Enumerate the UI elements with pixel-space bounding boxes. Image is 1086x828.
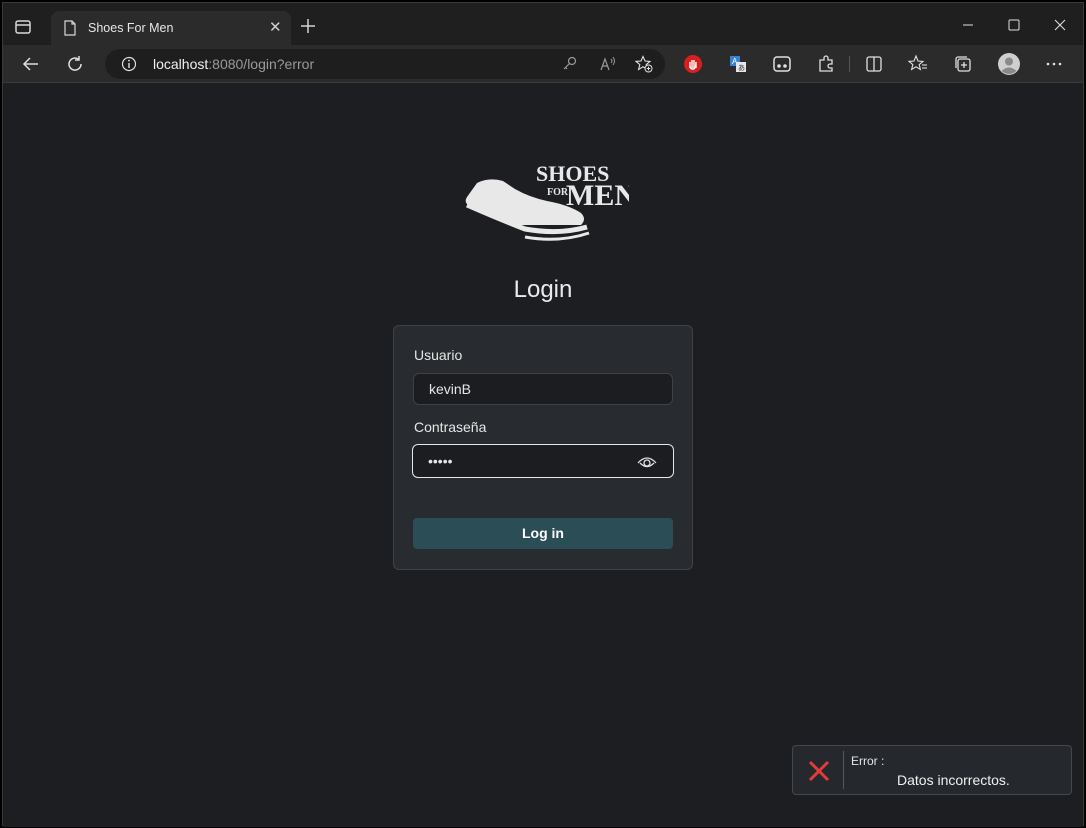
login-button[interactable]: Log in xyxy=(413,518,673,549)
tab-shoes-for-men[interactable]: Shoes For Men ✕ xyxy=(51,11,291,45)
more-icon[interactable] xyxy=(1044,54,1064,74)
tab-actions-icon[interactable] xyxy=(13,17,33,37)
key-icon[interactable] xyxy=(561,55,579,73)
username-value: kevinB xyxy=(429,381,472,397)
browser-toolbar: localhost:8080/login?error A あ xyxy=(3,45,1083,83)
tab-close-button[interactable]: ✕ xyxy=(269,20,282,36)
collections-icon[interactable] xyxy=(953,54,973,74)
show-password-icon[interactable] xyxy=(637,453,657,471)
toast-divider xyxy=(843,751,844,789)
shoes-for-men-logo: SHOES FOR MEN xyxy=(465,161,629,241)
address-bar[interactable]: localhost:8080/login?error xyxy=(105,49,665,79)
refresh-icon[interactable] xyxy=(65,54,85,74)
close-icon[interactable] xyxy=(1045,13,1075,37)
password-value: ••••• xyxy=(428,453,453,469)
page-title: Login xyxy=(513,276,573,303)
page-content: SHOES FOR MEN Login Usuario kevinB Contr… xyxy=(3,83,1083,827)
info-icon[interactable] xyxy=(121,56,137,72)
logo-text-men: MEN xyxy=(566,179,629,212)
tab-strip: Shoes For Men ✕ xyxy=(3,3,1083,45)
username-input[interactable]: kevinB xyxy=(413,373,673,405)
toast-title: Error : xyxy=(851,754,885,768)
back-icon[interactable] xyxy=(21,54,41,74)
add-favorite-icon[interactable] xyxy=(635,55,653,73)
login-card: Usuario kevinB Contraseña ••••• Log in xyxy=(393,325,693,570)
new-tab-icon[interactable] xyxy=(299,17,317,35)
split-screen-icon[interactable] xyxy=(864,54,884,74)
toolbar-divider xyxy=(849,56,850,72)
document-icon xyxy=(64,20,76,36)
error-x-icon xyxy=(808,760,830,782)
password-input[interactable]: ••••• xyxy=(412,444,674,478)
extension-face-icon[interactable] xyxy=(772,54,792,74)
svg-text:あ: あ xyxy=(738,64,745,72)
url-text: localhost:8080/login?error xyxy=(153,56,315,72)
extensions-icon[interactable] xyxy=(816,54,836,74)
browser-window: Shoes For Men ✕ localhost:8080/login?err… xyxy=(2,2,1084,827)
translate-icon[interactable]: A あ xyxy=(728,54,748,74)
password-label: Contraseña xyxy=(414,419,487,435)
profile-icon[interactable] xyxy=(997,52,1021,76)
read-aloud-icon[interactable] xyxy=(599,55,617,73)
tab-title: Shoes For Men xyxy=(88,21,174,35)
username-label: Usuario xyxy=(414,347,463,363)
error-toast: Error : Datos incorrectos. xyxy=(792,745,1072,795)
adblock-icon[interactable] xyxy=(683,54,703,74)
favorites-icon[interactable] xyxy=(908,54,928,74)
minimize-icon[interactable] xyxy=(953,13,983,37)
toast-message: Datos incorrectos. xyxy=(897,772,1010,788)
maximize-icon[interactable] xyxy=(999,13,1029,37)
